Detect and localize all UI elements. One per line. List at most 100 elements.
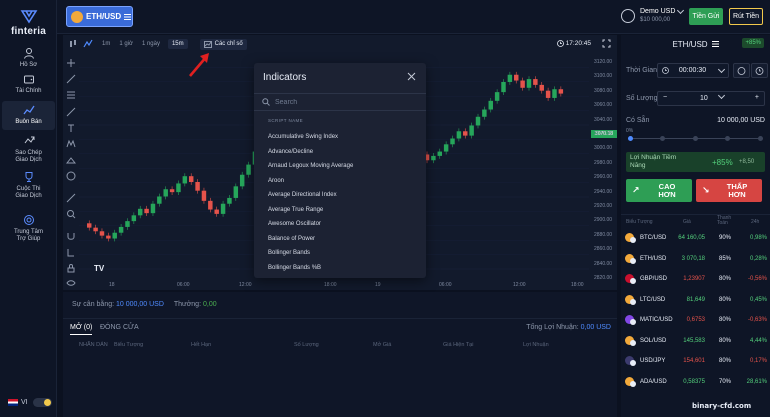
ruler-icon[interactable] (66, 193, 76, 203)
profit-amount: +8,50 (739, 159, 755, 165)
asset-price: 64 160,05 (678, 235, 705, 241)
withdraw-button[interactable]: Rút Tiền (729, 8, 763, 25)
slider-stop[interactable] (725, 136, 730, 141)
tab-closed[interactable]: ĐÓNG CỬA (100, 324, 139, 331)
candle (99, 231, 105, 236)
timeframe-1h[interactable]: 1 giờ (119, 41, 133, 47)
candle (106, 235, 111, 239)
indicator-item[interactable]: Balance of Power (254, 232, 426, 247)
asset-symbol: SOL/USD (640, 337, 667, 344)
asset-row[interactable]: GBP/USD 1,23907 80% -0,56% (621, 269, 770, 290)
search-input[interactable] (275, 98, 415, 106)
asset-row[interactable]: ADA/USD 0,58375 70% 28,61% (621, 372, 770, 393)
price-tick: 3040.00 (594, 116, 613, 123)
sidebar-item-trading[interactable]: Buôn Bán (2, 101, 55, 130)
asset-row[interactable]: MATIC/USD 0,6753 80% -0,63% (621, 310, 770, 331)
slider-stop[interactable] (660, 136, 665, 141)
lock-icon[interactable] (66, 263, 76, 273)
price-tick: 2920.00 (594, 203, 613, 209)
sidebar-item-copy-trading[interactable]: Sao Chép Giao Dịch (2, 135, 55, 164)
available-label: Có Sẵn (626, 117, 650, 124)
magnet-icon[interactable] (66, 231, 76, 241)
indicator-item[interactable]: Bollinger Bands Width (254, 275, 426, 278)
expiry-mode-button[interactable] (751, 63, 768, 78)
language-selector[interactable]: VI (8, 399, 28, 406)
timeframe-1d[interactable]: 1 ngày (142, 41, 160, 47)
candle (188, 176, 194, 182)
indicator-item[interactable]: Awesome Oscillator (254, 217, 426, 232)
indicator-item[interactable]: Aroon (254, 174, 426, 189)
indicator-item[interactable]: Average Directional Index (254, 188, 426, 203)
eye-icon[interactable] (66, 278, 76, 288)
lower-button[interactable]: ↘ THẤP HƠN (696, 179, 762, 202)
asset-price: 1,23907 (683, 276, 705, 282)
time-mode-button[interactable] (733, 63, 750, 78)
brand-name: finteria (11, 26, 46, 37)
sidebar-item-help-center[interactable]: Trung Tâm Trợ Giúp (2, 214, 55, 243)
candle (233, 186, 239, 198)
sidebar-item-label: Buôn Bán (15, 119, 42, 125)
indicator-item[interactable]: Bollinger Bands %B (254, 261, 426, 276)
theme-toggle[interactable] (33, 398, 52, 407)
zoom-in-icon[interactable] (66, 209, 76, 219)
indicator-item[interactable]: Arnaud Legoux Moving Average (254, 159, 426, 174)
indicators-button[interactable]: Các chỉ số (199, 38, 247, 50)
decrease-button[interactable]: − (663, 94, 667, 101)
amount-slider[interactable] (628, 136, 763, 142)
interval-selector[interactable]: 15m (167, 39, 188, 49)
sidebar-item-contests[interactable]: Cuộc Thi Giao Dịch (2, 171, 55, 200)
sidebar-item-profile[interactable]: Hồ Sơ (2, 47, 55, 69)
deposit-button[interactable]: Tiền Gửi (689, 8, 723, 25)
col-payout: Thanh Toán (717, 215, 732, 226)
quote-currency-icon (630, 237, 636, 243)
candle (201, 190, 207, 201)
indicator-item[interactable]: Advance/Decline (254, 145, 426, 160)
crosshair-icon[interactable] (66, 58, 76, 68)
asset-row[interactable]: ETH/USD 3 070,18 85% 0,28% (621, 249, 770, 270)
close-icon[interactable] (407, 72, 416, 81)
indicator-search (254, 93, 426, 111)
tab-open[interactable]: MỞ (0) (70, 324, 93, 335)
time-tick: 18 (109, 282, 115, 288)
asset-row[interactable]: SOL/USD 145,583 80% 4,44% (621, 331, 770, 352)
brand-logo[interactable]: finteria (6, 8, 51, 37)
trend-line-icon[interactable] (66, 74, 76, 84)
amount-stepper[interactable]: − 10 + (657, 91, 765, 106)
candle (150, 203, 156, 214)
indicator-item[interactable]: Average True Range (254, 203, 426, 218)
increase-button[interactable]: + (755, 94, 759, 101)
col-current-price: Giá Hiện Tại (443, 342, 474, 348)
line-chart-icon[interactable] (83, 39, 93, 49)
candle (558, 89, 564, 94)
asset-row[interactable]: LTC/USD 81,649 80% 0,45% (621, 290, 770, 311)
price-tick: 3000.00 (594, 145, 613, 152)
slider-stop[interactable] (758, 136, 763, 141)
search-icon (262, 98, 270, 106)
asset-selector-button[interactable]: ETH/USD (66, 6, 133, 27)
time-input[interactable]: 00:00:30 (657, 63, 729, 78)
balance-value: 10 000,00 USD (116, 301, 164, 308)
time-tick: 12:00 (513, 282, 526, 288)
indicator-item[interactable]: Bollinger Bands (254, 246, 426, 261)
prediction-icon[interactable] (66, 155, 76, 165)
lock-drawing-icon[interactable] (66, 247, 76, 257)
indicator-item[interactable]: Accumulative Swing Index (254, 130, 426, 145)
higher-button[interactable]: ↗ CAO HƠN (626, 179, 692, 202)
asset-row[interactable]: USD/JPY 154,601 80% 0,17% (621, 351, 770, 372)
trade-chart-icon (22, 105, 35, 115)
fullscreen-icon[interactable] (602, 39, 611, 48)
slider-stop[interactable] (693, 136, 698, 141)
emoji-icon[interactable] (66, 171, 76, 181)
candle (246, 164, 251, 175)
text-tool-icon[interactable] (66, 123, 76, 133)
pattern-icon[interactable] (66, 139, 76, 149)
timeframe-1m[interactable]: 1m (102, 41, 110, 47)
sidebar-item-finance[interactable]: Tài Chính (2, 73, 55, 95)
slider-handle[interactable] (628, 136, 633, 141)
trophy-icon (25, 172, 32, 182)
asset-row[interactable]: BTC/USD 64 160,05 90% 0,98% (621, 228, 770, 249)
candle-type-icon[interactable] (68, 39, 78, 49)
brush-icon[interactable] (66, 107, 76, 117)
account-menu[interactable]: Demo USD $10 000,00 (621, 6, 685, 25)
horizontal-lines-icon[interactable] (66, 90, 76, 100)
